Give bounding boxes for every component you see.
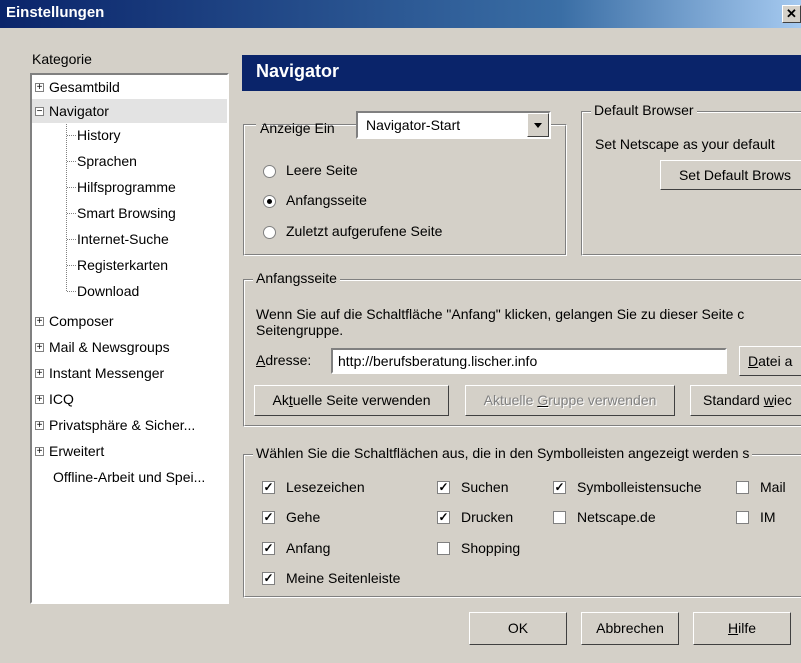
checkbox-netscape-de[interactable] (553, 511, 566, 524)
checkbox-lesezeichen-label: Lesezeichen (286, 479, 365, 495)
sidebar-item-erweitert[interactable]: Erweitert (49, 439, 104, 463)
close-button[interactable]: ✕ (782, 5, 801, 23)
sidebar-item-mail-newsgroups[interactable]: Mail & Newsgroups (49, 335, 170, 359)
checkbox-shopping-label: Shopping (461, 540, 521, 556)
tree-connector (67, 291, 76, 292)
checkbox-symbolleistensuche[interactable]: ✓ (553, 481, 566, 494)
checkbox-netscape-de-label: Netscape.de (577, 509, 656, 525)
checkbox-im-label: IM (760, 509, 776, 525)
close-icon: ✕ (786, 6, 797, 21)
display-select[interactable]: Navigator-Start (356, 111, 551, 139)
tree-connector (67, 161, 76, 162)
radio-zuletzt[interactable] (263, 226, 276, 239)
checkbox-shopping[interactable] (437, 542, 450, 555)
display-label: Anzeige Ein (260, 120, 335, 136)
address-input[interactable]: http://berufsberatung.lischer.info (331, 348, 727, 374)
use-current-page-button[interactable]: Aktuelle Seite verwenden (254, 385, 449, 416)
use-current-group-button[interactable]: Aktuelle Gruppe verwenden (465, 385, 675, 416)
sidebar-item-icq[interactable]: ICQ (49, 387, 74, 411)
sidebar-item-privatsphaere[interactable]: Privatsphäre & Sicher... (49, 413, 195, 437)
use-default-button[interactable]: Standard wiec (690, 385, 801, 416)
tree-connector (67, 213, 76, 214)
checkbox-im[interactable] (736, 511, 749, 524)
checkbox-gehe[interactable]: ✓ (262, 511, 275, 524)
checkbox-lesezeichen[interactable]: ✓ (262, 481, 275, 494)
radio-anfangsseite[interactable] (263, 195, 276, 208)
ok-button-label: OK (507, 620, 529, 636)
collapse-icon[interactable]: − (35, 107, 44, 117)
chevron-down-icon (534, 123, 542, 128)
sidebar-item-hilfsprogramme[interactable]: Hilfsprogramme (77, 175, 176, 199)
expand-icon[interactable]: + (35, 395, 44, 405)
cancel-button[interactable]: Abbrechen (581, 612, 679, 645)
sidebar-item-registerkarten[interactable]: Registerkarten (77, 253, 168, 277)
checkbox-mail-label: Mail (760, 479, 786, 495)
expand-icon[interactable]: + (35, 421, 44, 431)
address-label: Adresse: (256, 352, 312, 368)
tree-connector (67, 187, 76, 188)
sidebar-item-internet-suche[interactable]: Internet-Suche (77, 227, 169, 251)
tree-connector (67, 239, 76, 240)
radio-leere-seite-label: Leere Seite (286, 162, 358, 178)
expand-icon[interactable]: + (35, 317, 44, 327)
checkbox-symbolleistensuche-label: Symbolleistensuche (577, 479, 702, 495)
sidebar-item-instant-messenger[interactable]: Instant Messenger (49, 361, 164, 385)
checkbox-meine-seitenleiste-label: Meine Seitenleiste (286, 570, 401, 586)
expand-icon[interactable]: + (35, 447, 44, 457)
checkbox-anfang[interactable]: ✓ (262, 542, 275, 555)
category-label: Kategorie (32, 51, 92, 67)
sidebar-item-sprachen[interactable]: Sprachen (77, 149, 137, 173)
checkbox-suchen-label: Suchen (461, 479, 509, 495)
title-bar (0, 0, 801, 28)
display-select-value: Navigator-Start (366, 117, 461, 133)
default-browser-text: Set Netscape as your default (595, 136, 775, 152)
checkbox-suchen[interactable]: ✓ (437, 481, 450, 494)
sidebar-item-download[interactable]: Download (77, 279, 139, 303)
homepage-desc-line2: Seitengruppe. (256, 322, 344, 338)
window-title: Einstellungen (6, 4, 105, 21)
checkbox-mail[interactable] (736, 481, 749, 494)
display-dropdown-button[interactable] (527, 113, 549, 137)
checkbox-drucken-label: Drucken (461, 509, 514, 525)
sidebar-item-gesamtbild[interactable]: Gesamtbild (49, 75, 120, 99)
expand-icon[interactable]: + (35, 343, 44, 353)
radio-leere-seite[interactable] (263, 165, 276, 178)
checkbox-gehe-label: Gehe (286, 509, 321, 525)
expand-icon[interactable]: + (35, 369, 44, 379)
toolbar-buttons-label: Wählen Sie die Schaltflächen aus, die in… (253, 445, 753, 461)
sidebar-item-smart-browsing[interactable]: Smart Browsing (77, 201, 176, 225)
category-tree[interactable]: + Gesamtbild − Navigator History Sprache… (30, 73, 229, 604)
panel-title: Navigator (256, 61, 340, 81)
cancel-button-label: Abbrechen (596, 620, 664, 636)
set-default-browser-label: Set Default Brows (678, 167, 792, 183)
choose-file-button[interactable]: Datei a (739, 346, 801, 376)
homepage-label: Anfangsseite (253, 270, 340, 286)
tree-connector (67, 135, 76, 136)
sidebar-item-offline[interactable]: Offline-Arbeit und Spei... (53, 465, 205, 489)
tree-connector (67, 265, 76, 266)
tree-connector (66, 111, 67, 291)
help-button[interactable]: Hilfe (693, 612, 791, 645)
sidebar-item-history[interactable]: History (77, 123, 121, 147)
ok-button[interactable]: OK (469, 612, 567, 645)
radio-anfangsseite-label: Anfangsseite (286, 192, 367, 208)
set-default-browser-button[interactable]: Set Default Brows (660, 160, 801, 190)
checkbox-meine-seitenleiste[interactable]: ✓ (262, 572, 275, 585)
default-browser-label: Default Browser (591, 102, 697, 118)
checkbox-drucken[interactable]: ✓ (437, 511, 450, 524)
sidebar-item-composer[interactable]: Composer (49, 309, 114, 333)
sidebar-item-navigator[interactable]: Navigator (49, 99, 109, 123)
radio-zuletzt-label: Zuletzt aufgerufene Seite (286, 223, 443, 239)
checkbox-anfang-label: Anfang (286, 540, 331, 556)
address-input-value: http://berufsberatung.lischer.info (338, 353, 538, 369)
homepage-desc-line1: Wenn Sie auf die Schaltfläche "Anfang" k… (256, 306, 745, 322)
expand-icon[interactable]: + (35, 83, 44, 93)
